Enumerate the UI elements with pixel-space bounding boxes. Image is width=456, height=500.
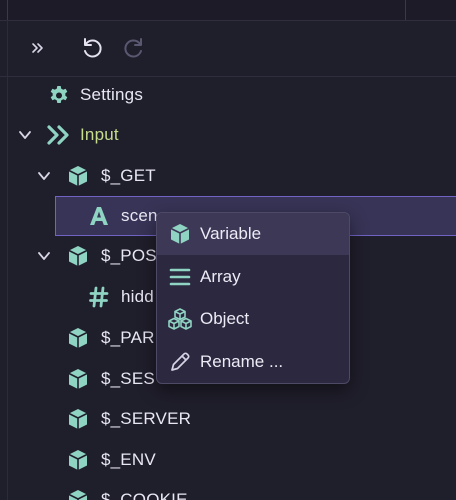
cube-icon	[65, 163, 91, 189]
tree-item-label: $_POS	[101, 246, 157, 265]
tree-item-env[interactable]: $_ENV	[0, 440, 456, 480]
menu-item-label: Array	[200, 267, 241, 286]
top-divider	[405, 0, 406, 20]
tree-item-label: $_ENV	[101, 450, 156, 469]
tree-item-label: $_SES	[101, 369, 155, 388]
tree-item-label: scen	[121, 206, 158, 225]
cube-icon	[65, 406, 91, 432]
menu-item-label: Variable	[200, 224, 262, 243]
tree-item-label: Input	[80, 125, 119, 144]
letter-a-icon	[86, 203, 112, 229]
tree-item-cookie[interactable]: $_COOKIE	[0, 480, 456, 500]
top-strip	[0, 0, 456, 21]
tree-item-input[interactable]: Input	[0, 115, 456, 155]
cubes-icon	[167, 306, 193, 332]
tree-item-get[interactable]: $_GET	[0, 156, 456, 196]
cube-icon	[65, 325, 91, 351]
cube-icon	[65, 447, 91, 473]
redo-button[interactable]	[122, 36, 146, 60]
expand-panel-button[interactable]	[26, 36, 50, 60]
gear-icon	[46, 82, 72, 108]
tree-item-label: $_COOKIE	[101, 490, 188, 500]
cube-icon	[65, 487, 91, 500]
chevron-down-icon[interactable]	[35, 167, 53, 185]
tree-item-label: $_PAR	[101, 328, 155, 347]
menu-item-object[interactable]: Object	[157, 298, 349, 340]
undo-button[interactable]	[80, 36, 104, 60]
context-menu: Variable Array Object Rename ...	[156, 212, 350, 384]
menu-item-label: Rename ...	[200, 352, 284, 371]
tree-item-server[interactable]: $_SERVER	[0, 399, 456, 439]
tree-item-label: $_SERVER	[101, 409, 192, 428]
tree-item-label: Settings	[80, 85, 144, 104]
tree-item-label: $_GET	[101, 166, 156, 185]
hash-icon	[86, 284, 112, 310]
toolbar	[0, 20, 456, 77]
app-window: Settings Input $_GET scen $_POS hidd $_P…	[0, 0, 456, 500]
menu-item-variable[interactable]: Variable	[157, 213, 349, 255]
chevron-down-icon[interactable]	[16, 126, 34, 144]
pencil-icon	[167, 349, 193, 375]
double-chevron-right-icon	[32, 43, 43, 53]
redo-icon	[124, 38, 142, 58]
chevron-down-icon[interactable]	[35, 247, 53, 265]
top-divider	[7, 0, 8, 20]
undo-icon	[84, 38, 102, 58]
menu-item-label: Object	[200, 309, 250, 328]
list-icon	[167, 264, 193, 290]
cube-icon	[167, 221, 193, 247]
menu-item-array[interactable]: Array	[157, 256, 349, 298]
tree-item-label: hidd	[121, 287, 154, 306]
tree-item-settings[interactable]: Settings	[0, 75, 456, 115]
menu-item-rename[interactable]: Rename ...	[157, 341, 349, 383]
cube-icon	[65, 366, 91, 392]
double-chevron-icon	[46, 122, 72, 148]
cube-icon	[65, 243, 91, 269]
